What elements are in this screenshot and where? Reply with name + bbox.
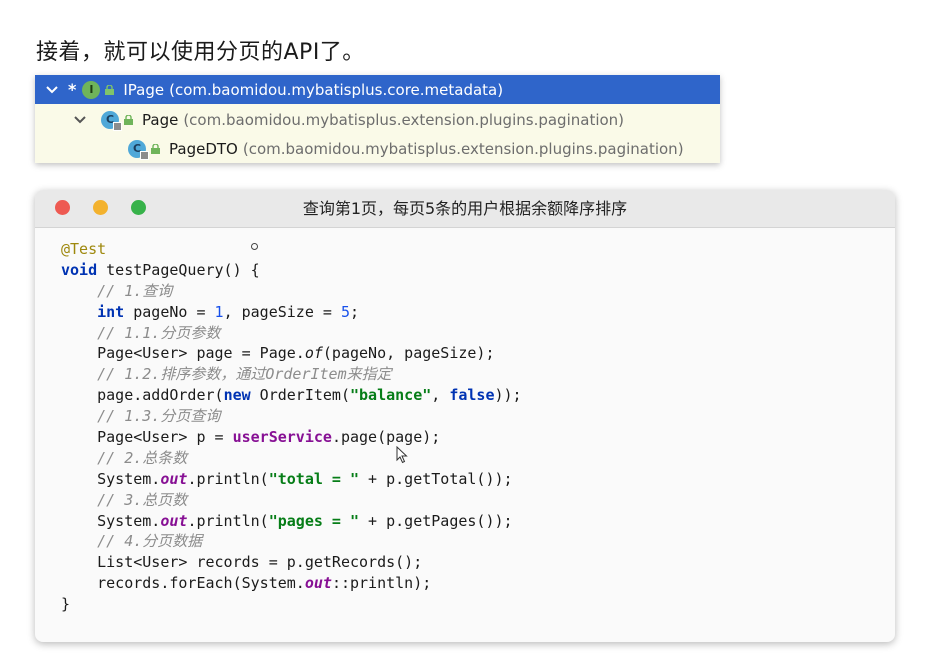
code-line: Page<User> p = userService.page(page);: [97, 428, 441, 447]
interface-icon: I: [82, 80, 101, 99]
close-window-button[interactable]: [55, 200, 70, 215]
code-line: Page<User> page = Page.of(pageNo, pageSi…: [97, 344, 495, 363]
code-line: // 1.3.分页查询: [97, 407, 221, 426]
minimize-window-button[interactable]: [93, 200, 108, 215]
code-line: // 3.总页数: [97, 490, 188, 509]
tree-row-pagedto[interactable]: C PageDTO (com.baomidou.mybatisplus.exte…: [35, 134, 720, 163]
code-line: // 1.查询: [97, 281, 173, 300]
tree-item-name: IPage: [123, 80, 165, 99]
code-line: // 1.1.分页参数: [97, 323, 221, 342]
code-line: List<User> records = p.getRecords();: [97, 553, 423, 572]
code-line: int pageNo = 1, pageSize = 5;: [97, 302, 360, 321]
mouse-cursor-icon: [396, 446, 408, 464]
tree-item-package: (com.baomidou.mybatisplus.extension.plug…: [183, 110, 625, 129]
tree-item-package: (com.baomidou.mybatisplus.core.metadata): [169, 80, 504, 99]
type-hierarchy-tree: * I IPage (com.baomidou.mybatisplus.core…: [35, 75, 720, 163]
star-icon: *: [68, 80, 77, 99]
maximize-window-button[interactable]: [131, 200, 146, 215]
window-title: 查询第1页，每页5条的用户根据余额降序排序: [302, 199, 628, 218]
tree-item-name: Page: [142, 110, 179, 129]
window-titlebar: 查询第1页，每页5条的用户根据余额降序排序: [35, 190, 895, 228]
chevron-down-icon[interactable]: [73, 113, 87, 127]
tree-row-ipage[interactable]: * I IPage (com.baomidou.mybatisplus.core…: [35, 75, 720, 104]
code-line: // 2.总条数: [97, 448, 188, 467]
class-icon: C: [128, 139, 149, 160]
code-line: }: [61, 595, 71, 614]
lock-icon: [151, 143, 160, 154]
code-line: records.forEach(System.out::println);: [97, 574, 432, 593]
code-line: void testPageQuery() {: [61, 260, 260, 279]
page-heading: 接着，就可以使用分页的API了。: [36, 40, 365, 65]
degree-mark: [251, 243, 258, 250]
code-line: page.addOrder(new OrderItem("balance", f…: [97, 386, 522, 405]
code-line: System.out.println("total = " + p.getTot…: [97, 469, 513, 488]
lock-icon: [105, 84, 115, 95]
class-icon: C: [101, 110, 122, 131]
code-line: @Test: [61, 240, 107, 258]
code-line: System.out.println("pages = " + p.getPag…: [97, 511, 513, 530]
code-block: @Test void testPageQuery() { // 1.查询 int …: [61, 239, 522, 615]
code-line: // 4.分页数据: [97, 532, 203, 551]
tree-item-package: (com.baomidou.mybatisplus.extension.plug…: [242, 139, 684, 158]
code-line: // 1.2.排序参数，通过OrderItem来指定: [97, 365, 392, 384]
chevron-down-icon[interactable]: [45, 83, 59, 97]
lock-icon: [124, 114, 133, 125]
code-window: 查询第1页，每页5条的用户根据余额降序排序 @Test void testPage…: [35, 190, 895, 642]
tree-item-name: PageDTO: [169, 139, 238, 158]
tree-row-page[interactable]: C Page (com.baomidou.mybatisplus.extensi…: [35, 105, 720, 134]
